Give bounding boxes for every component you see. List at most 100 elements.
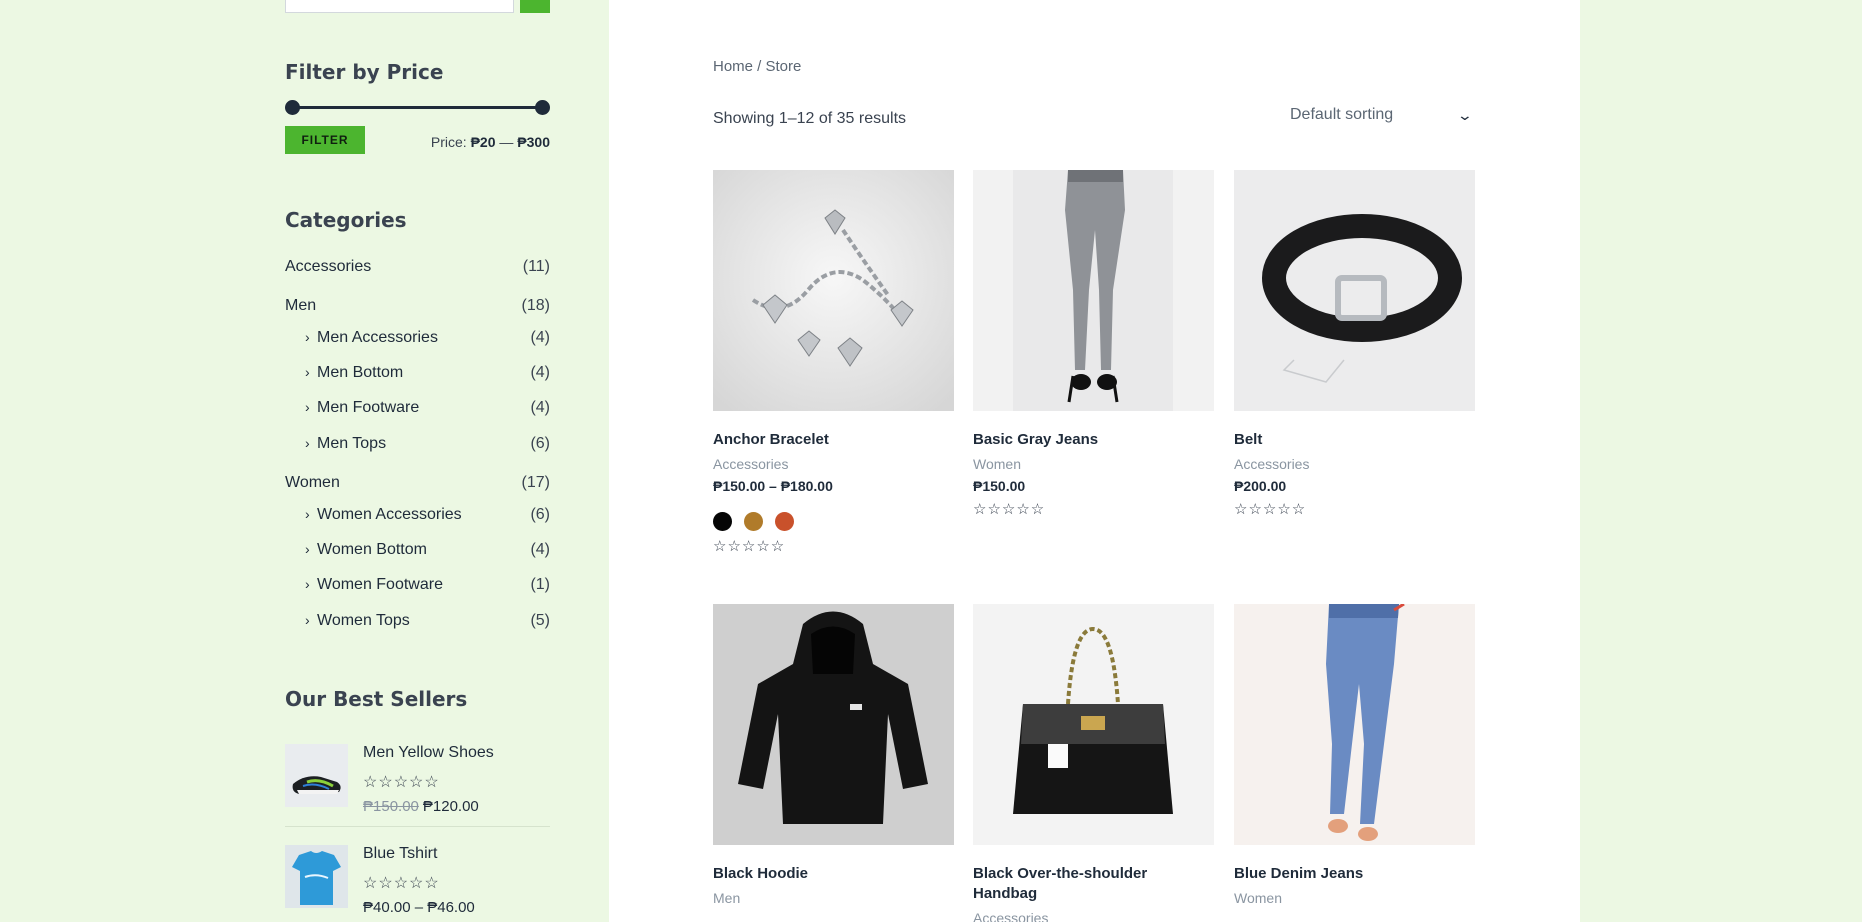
filter-button[interactable]: FILTER bbox=[285, 126, 365, 154]
category-label: Women Footware bbox=[317, 576, 443, 593]
price-sep: — bbox=[499, 134, 514, 150]
product-title[interactable]: Basic Gray Jeans bbox=[973, 430, 1214, 450]
product-category[interactable]: Accessories bbox=[973, 910, 1214, 922]
category-count: (18) bbox=[521, 297, 550, 314]
category-women-tops[interactable]: › Women Tops (5) bbox=[305, 612, 550, 630]
sort-select[interactable]: Default sorting ⌄ bbox=[1274, 100, 1479, 130]
best-seller-item[interactable]: Men Yellow Shoes ☆☆☆☆☆ ₱150.00 ₱120.00 bbox=[285, 744, 550, 834]
price-max: ₱300 bbox=[517, 134, 550, 150]
search-button[interactable] bbox=[520, 0, 550, 13]
price-slider-min-handle[interactable] bbox=[285, 100, 300, 115]
price-min: ₱20 bbox=[470, 134, 496, 150]
product-thumbnail[interactable] bbox=[285, 845, 348, 908]
categories-title: Categories bbox=[285, 208, 407, 232]
category-count: (4) bbox=[530, 364, 550, 381]
product-image[interactable] bbox=[1234, 170, 1475, 411]
product-card[interactable]: Black Hoodie Men bbox=[713, 604, 954, 906]
product-image[interactable] bbox=[713, 170, 954, 411]
swatch-black[interactable] bbox=[713, 512, 732, 531]
category-men-tops[interactable]: › Men Tops (6) bbox=[305, 435, 550, 453]
product-image[interactable] bbox=[973, 170, 1214, 411]
sale-price: ₱120.00 bbox=[422, 798, 479, 815]
best-seller-name[interactable]: Blue Tshirt bbox=[363, 845, 437, 863]
price-slider[interactable] bbox=[285, 100, 550, 115]
product-card[interactable]: Black Over-the-shoulder Handbag Accessor… bbox=[973, 604, 1214, 922]
rating-stars-icon: ☆☆☆☆☆ bbox=[1234, 501, 1307, 518]
category-count: (6) bbox=[530, 435, 550, 452]
breadcrumb[interactable]: Home / Store bbox=[713, 58, 801, 75]
category-count: (17) bbox=[521, 474, 550, 491]
product-thumbnail[interactable] bbox=[285, 744, 348, 807]
chevron-right-icon: › bbox=[305, 506, 310, 522]
product-title[interactable]: Black Hoodie bbox=[713, 864, 954, 884]
swatch-gold[interactable] bbox=[744, 512, 763, 531]
old-price: ₱150.00 bbox=[363, 798, 419, 815]
product-image[interactable] bbox=[973, 604, 1214, 845]
category-women[interactable]: Women (17) bbox=[285, 474, 550, 492]
product-image[interactable] bbox=[713, 604, 954, 845]
price-slider-max-handle[interactable] bbox=[535, 100, 550, 115]
shop-main: Home / Store Showing 1–12 of 35 results … bbox=[609, 0, 1580, 922]
category-men-footware[interactable]: › Men Footware (4) bbox=[305, 399, 550, 417]
rating-stars-icon: ☆☆☆☆☆ bbox=[363, 875, 440, 892]
category-men[interactable]: Men (18) bbox=[285, 297, 550, 315]
category-label: Women Bottom bbox=[317, 541, 427, 558]
chevron-right-icon: › bbox=[305, 399, 310, 415]
chevron-right-icon: › bbox=[305, 329, 310, 345]
product-title[interactable]: Blue Denim Jeans bbox=[1234, 864, 1475, 884]
best-seller-price: ₱150.00 ₱120.00 bbox=[363, 798, 479, 815]
chevron-down-icon: ⌄ bbox=[1456, 106, 1474, 123]
chevron-right-icon: › bbox=[305, 435, 310, 451]
product-title[interactable]: Anchor Bracelet bbox=[713, 430, 954, 450]
category-men-bottom[interactable]: › Men Bottom (4) bbox=[305, 364, 550, 382]
category-count: (1) bbox=[530, 576, 550, 593]
best-seller-item[interactable]: Blue Tshirt ☆☆☆☆☆ ₱40.00 – ₱46.00 bbox=[285, 845, 550, 922]
price-prefix: Price: bbox=[430, 134, 467, 150]
product-price: ₱200.00 bbox=[1234, 478, 1287, 494]
category-women-bottom[interactable]: › Women Bottom (4) bbox=[305, 541, 550, 559]
product-category[interactable]: Women bbox=[1234, 890, 1475, 906]
category-label: Accessories bbox=[285, 258, 372, 275]
rating-stars-icon: ☆☆☆☆☆ bbox=[363, 774, 440, 791]
category-label: Men Accessories bbox=[317, 329, 438, 346]
product-category[interactable]: Accessories bbox=[713, 456, 954, 472]
category-women-footware[interactable]: › Women Footware (1) bbox=[305, 576, 550, 594]
search-input[interactable] bbox=[285, 0, 514, 13]
product-title[interactable]: Black Over-the-shoulder Handbag bbox=[973, 864, 1214, 904]
price-range-label: Price: ₱20 — ₱300 bbox=[431, 134, 550, 150]
rating-stars-icon: ☆☆☆☆☆ bbox=[713, 538, 786, 555]
chevron-right-icon: › bbox=[305, 576, 310, 592]
category-label: Women Tops bbox=[317, 612, 410, 629]
filter-price-title: Filter by Price bbox=[285, 60, 444, 84]
category-label: Women Accessories bbox=[317, 506, 462, 523]
chevron-right-icon: › bbox=[305, 541, 310, 557]
product-card[interactable]: Anchor Bracelet Accessories ₱150.00 – ₱1… bbox=[713, 170, 954, 555]
category-count: (4) bbox=[530, 329, 550, 346]
product-image[interactable] bbox=[1234, 604, 1475, 845]
results-count: Showing 1–12 of 35 results bbox=[713, 110, 907, 127]
category-men-accessories[interactable]: › Men Accessories (4) bbox=[305, 329, 550, 347]
category-label: Women bbox=[285, 474, 340, 491]
product-title[interactable]: Belt bbox=[1234, 430, 1475, 450]
category-count: (5) bbox=[530, 612, 550, 629]
best-sellers-title: Our Best Sellers bbox=[285, 687, 468, 711]
color-swatches bbox=[713, 512, 954, 531]
best-seller-name[interactable]: Men Yellow Shoes bbox=[363, 744, 494, 762]
best-seller-price: ₱40.00 – ₱46.00 bbox=[363, 899, 475, 916]
product-card[interactable]: Belt Accessories ₱200.00 ☆☆☆☆☆ bbox=[1234, 170, 1475, 518]
sort-select-value: Default sorting bbox=[1290, 106, 1394, 123]
category-accessories[interactable]: Accessories (11) bbox=[285, 258, 550, 276]
product-category[interactable]: Men bbox=[713, 890, 954, 906]
product-category[interactable]: Accessories bbox=[1234, 456, 1475, 472]
product-card[interactable]: Basic Gray Jeans Women ₱150.00 ☆☆☆☆☆ bbox=[973, 170, 1214, 518]
divider bbox=[285, 826, 550, 827]
category-label: Men Tops bbox=[317, 435, 387, 452]
product-category[interactable]: Women bbox=[973, 456, 1214, 472]
category-women-accessories[interactable]: › Women Accessories (6) bbox=[305, 506, 550, 524]
rating-stars-icon: ☆☆☆☆☆ bbox=[973, 501, 1046, 518]
category-count: (4) bbox=[530, 399, 550, 416]
category-label: Men bbox=[285, 297, 317, 314]
chevron-right-icon: › bbox=[305, 612, 310, 628]
product-card[interactable]: Blue Denim Jeans Women bbox=[1234, 604, 1475, 906]
swatch-orange[interactable] bbox=[775, 512, 794, 531]
